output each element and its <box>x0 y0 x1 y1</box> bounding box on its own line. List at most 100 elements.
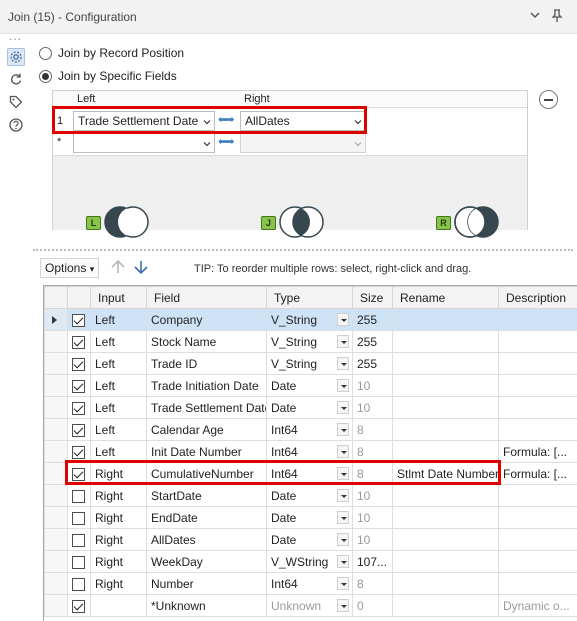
column-header-size[interactable]: Size <box>352 286 393 309</box>
table-row[interactable]: Right StartDate Date 10 <box>44 484 577 507</box>
help-icon[interactable] <box>7 116 25 134</box>
select-cell[interactable] <box>67 550 91 573</box>
type-cell[interactable]: V_String <box>266 352 353 375</box>
type-dropdown-icon[interactable] <box>337 511 349 524</box>
venn-right-output[interactable]: R <box>436 204 499 240</box>
type-cell[interactable]: Date <box>266 506 353 529</box>
table-row[interactable]: Left Trade Initiation Date Date 10 <box>44 374 577 397</box>
radio-button[interactable] <box>39 46 52 60</box>
description-cell[interactable] <box>498 572 577 595</box>
type-dropdown-icon[interactable] <box>337 445 349 458</box>
size-cell[interactable]: 107... <box>352 550 393 573</box>
venn-left-output[interactable]: L <box>86 204 149 240</box>
size-cell[interactable]: 8 <box>352 418 393 441</box>
down-arrow-icon[interactable] <box>133 259 149 278</box>
select-checkbox[interactable] <box>72 335 85 349</box>
left-field-select-new[interactable] <box>73 133 215 153</box>
table-row[interactable]: Left Stock Name V_String 255 <box>44 330 577 353</box>
size-cell[interactable]: 255 <box>352 308 393 331</box>
select-checkbox[interactable] <box>72 357 85 371</box>
select-cell[interactable] <box>67 308 91 331</box>
select-cell[interactable] <box>67 418 91 441</box>
description-cell[interactable] <box>498 484 577 507</box>
type-cell[interactable]: Date <box>266 396 353 419</box>
description-cell[interactable] <box>498 506 577 529</box>
right-field-select-new[interactable] <box>240 133 366 153</box>
table-row[interactable]: Left Company V_String 255 <box>44 308 577 331</box>
collapse-chevron-icon[interactable] <box>527 9 543 25</box>
rename-cell[interactable] <box>392 572 499 595</box>
type-dropdown-icon[interactable] <box>337 379 349 392</box>
type-dropdown-icon[interactable] <box>337 577 349 590</box>
rename-cell[interactable] <box>392 594 499 617</box>
select-checkbox[interactable] <box>72 489 85 503</box>
select-checkbox[interactable] <box>72 599 85 613</box>
select-cell[interactable] <box>67 352 91 375</box>
column-header-type[interactable]: Type <box>266 286 353 309</box>
rename-cell[interactable] <box>392 330 499 353</box>
description-cell[interactable] <box>498 330 577 353</box>
row-indicator[interactable] <box>44 374 68 397</box>
rename-cell[interactable] <box>392 418 499 441</box>
rename-cell[interactable] <box>392 550 499 573</box>
type-cell[interactable]: Date <box>266 528 353 551</box>
row-indicator[interactable] <box>44 506 68 529</box>
select-checkbox[interactable] <box>72 423 85 437</box>
size-cell[interactable]: 10 <box>352 528 393 551</box>
type-dropdown-icon[interactable] <box>337 357 349 370</box>
description-cell[interactable] <box>498 308 577 331</box>
type-cell[interactable]: Unknown <box>266 594 353 617</box>
column-header-input[interactable]: Input <box>90 286 147 309</box>
column-header-field[interactable]: Field <box>146 286 267 309</box>
select-checkbox[interactable] <box>72 401 85 415</box>
size-cell[interactable]: 8 <box>352 572 393 595</box>
rename-cell[interactable] <box>392 506 499 529</box>
select-cell[interactable] <box>67 506 91 529</box>
description-cell[interactable] <box>498 374 577 397</box>
table-row[interactable]: Right WeekDay V_WString 107... <box>44 550 577 573</box>
column-header-rename[interactable]: Rename <box>392 286 499 309</box>
table-row[interactable]: Right EndDate Date 10 <box>44 506 577 529</box>
up-arrow-icon[interactable] <box>110 259 126 278</box>
select-cell[interactable] <box>67 374 91 397</box>
type-dropdown-icon[interactable] <box>337 489 349 502</box>
table-row[interactable]: Left Trade ID V_String 255 <box>44 352 577 375</box>
table-row[interactable]: Left Calendar Age Int64 8 <box>44 418 577 441</box>
table-row[interactable]: Left Trade Settlement Date Date 10 <box>44 396 577 419</box>
rename-cell[interactable] <box>392 374 499 397</box>
select-cell[interactable] <box>67 396 91 419</box>
refresh-icon[interactable] <box>7 70 25 88</box>
size-cell[interactable]: 255 <box>352 352 393 375</box>
row-indicator[interactable] <box>44 550 68 573</box>
size-cell[interactable]: 0 <box>352 594 393 617</box>
venn-inner-join[interactable]: J <box>261 204 324 240</box>
type-cell[interactable]: Date <box>266 484 353 507</box>
select-cell[interactable] <box>67 594 91 617</box>
description-cell[interactable]: Formula: [... <box>498 462 577 485</box>
select-checkbox[interactable] <box>72 577 85 591</box>
pin-icon[interactable] <box>549 9 565 25</box>
type-dropdown-icon[interactable] <box>337 423 349 436</box>
description-cell[interactable] <box>498 528 577 551</box>
type-dropdown-icon[interactable] <box>337 401 349 414</box>
table-row[interactable]: *Unknown Unknown 0 Dynamic o... <box>44 594 577 617</box>
row-indicator[interactable] <box>44 528 68 551</box>
type-dropdown-icon[interactable] <box>337 533 349 546</box>
row-indicator[interactable] <box>44 396 68 419</box>
select-cell[interactable] <box>67 330 91 353</box>
options-menu-button[interactable]: Options ▾ <box>40 258 100 278</box>
row-indicator[interactable] <box>44 330 68 353</box>
size-cell[interactable]: 10 <box>352 396 393 419</box>
rename-cell[interactable] <box>392 484 499 507</box>
size-cell[interactable]: 10 <box>352 506 393 529</box>
row-indicator[interactable] <box>44 572 68 595</box>
select-checkbox[interactable] <box>72 511 85 525</box>
column-header-description[interactable]: Description <box>498 286 577 309</box>
radio-join-by-position[interactable]: Join by Record Position <box>39 46 184 60</box>
type-dropdown-icon[interactable] <box>337 555 349 568</box>
radio-button[interactable] <box>39 69 52 83</box>
remove-row-button[interactable] <box>539 90 558 109</box>
select-cell[interactable] <box>67 528 91 551</box>
row-indicator[interactable] <box>44 594 68 617</box>
radio-join-by-fields[interactable]: Join by Specific Fields <box>39 69 177 83</box>
